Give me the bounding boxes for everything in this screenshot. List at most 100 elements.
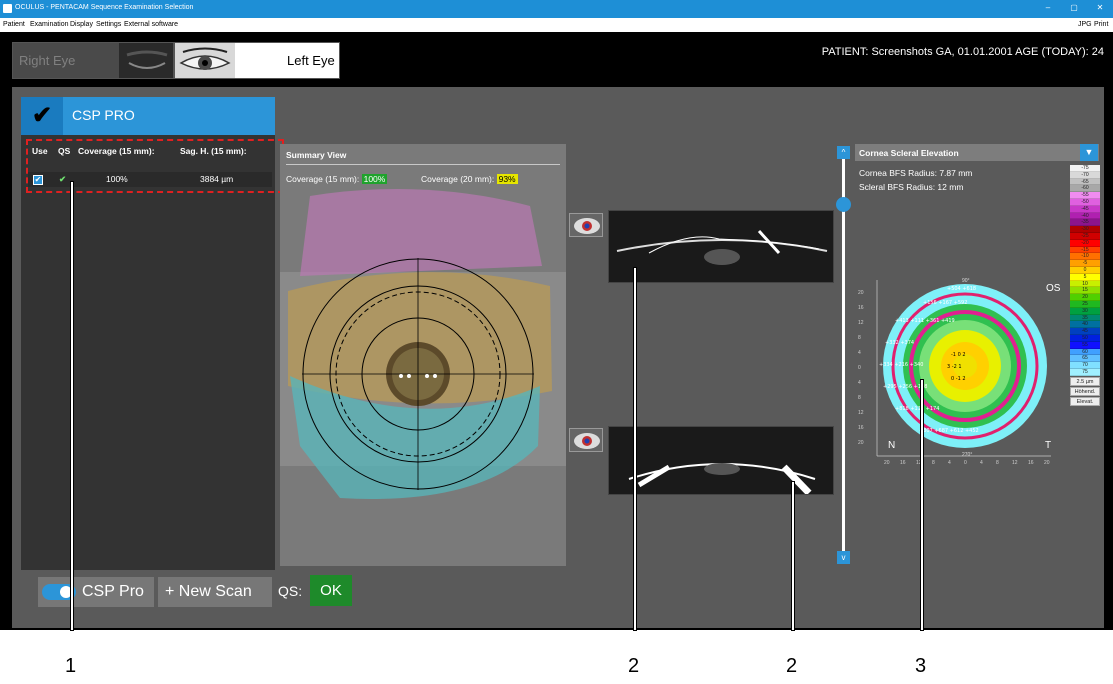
scan-list: [21, 135, 275, 570]
x-tick-label: 20: [884, 460, 890, 466]
y-tick-label: 12: [858, 320, 864, 326]
legend-swatch: -10: [1070, 253, 1100, 261]
callout-number-3: 3: [915, 655, 927, 677]
callout-line-1: [71, 182, 73, 630]
qs-label: QS:: [278, 583, 303, 599]
y-tick-label: 20: [858, 290, 864, 296]
legend-mode2[interactable]: Elevat.: [1070, 396, 1100, 406]
map-title: Cornea Scleral Elevation: [859, 148, 959, 158]
legend-swatch: 0: [1070, 266, 1100, 274]
scheimpflug-image-bottom: [608, 426, 834, 495]
closed-eye-icon: [119, 43, 173, 78]
svg-text:+156 +167 +592: +156 +167 +592: [923, 300, 967, 306]
legend-swatch: -60: [1070, 185, 1100, 193]
open-eye-icon: [175, 43, 235, 78]
eye-thumbnail-icon-2[interactable]: [569, 428, 603, 452]
callout-number-1: 1: [65, 655, 77, 677]
legend-swatch: 20: [1070, 294, 1100, 301]
app-icon: [3, 4, 12, 13]
left-eye-tab[interactable]: Left Eye: [174, 42, 340, 79]
legend-swatch: -40: [1070, 212, 1100, 220]
legend-swatch: 10: [1070, 280, 1100, 288]
elevation-map: +504 +618 +156 +167 +592 +413 +111 +361 +…: [876, 280, 1051, 457]
y-tick-label: 4: [858, 350, 861, 356]
x-tick-label: 16: [1028, 460, 1034, 466]
callout-line-2a: [634, 268, 636, 630]
x-tick-label: 20: [1044, 460, 1050, 466]
scleral-bfs: Scleral BFS Radius: 12 mm: [859, 182, 964, 192]
callout-number-2b: 2: [786, 655, 798, 677]
x-tick-label: 0: [964, 460, 967, 466]
close-button[interactable]: ✕: [1092, 3, 1108, 12]
legend-swatch: 25: [1070, 300, 1100, 308]
menu-settings[interactable]: Settings: [96, 21, 121, 28]
legend-swatch: 5: [1070, 273, 1100, 281]
menu-bar: Patient Examination Display Settings Ext…: [0, 18, 1113, 32]
callout-line-3: [921, 380, 923, 630]
summary-divider: [286, 164, 560, 165]
svg-text:0 -1 2: 0 -1 2: [951, 376, 966, 382]
legend-swatch: 55: [1070, 341, 1100, 349]
minimize-button[interactable]: –: [1040, 3, 1056, 12]
legend-swatch: 60: [1070, 348, 1100, 356]
callout-number-2a: 2: [628, 655, 640, 677]
svg-text:+807 +687 +612 +452: +807 +687 +612 +452: [919, 428, 979, 434]
scan-slider-track[interactable]: [842, 155, 845, 553]
callout-1-highlight: [26, 139, 284, 193]
svg-text:+504 +618: +504 +618: [947, 286, 976, 292]
scheimpflug-image-top: [608, 210, 834, 283]
window-title: OCULUS - PENTACAM Sequence Examination S…: [15, 4, 194, 11]
angle-top-label: 90°: [962, 278, 970, 284]
legend-step: 2.5 µm: [1070, 376, 1100, 386]
csp-pro-title: CSP PRO: [72, 107, 135, 123]
map-dropdown-button[interactable]: ▼: [1080, 144, 1098, 161]
summary-eye-image: [280, 188, 566, 499]
title-bar: OCULUS - PENTACAM Sequence Examination S…: [0, 0, 1113, 18]
slider-up-button[interactable]: ^: [837, 146, 850, 159]
svg-text:+818 +110 +174: +818 +110 +174: [895, 406, 939, 412]
nasal-label: N: [888, 440, 896, 451]
menu-external-software[interactable]: External software: [124, 21, 178, 28]
coverage-20-value: 93%: [496, 174, 518, 184]
coverage-15-label: Coverage (15 mm):: [286, 174, 360, 184]
legend-mode1[interactable]: Höhend.: [1070, 386, 1100, 396]
eye-side-label: OS: [1046, 283, 1061, 294]
legend-swatch: 70: [1070, 362, 1100, 369]
x-tick-label: 4: [980, 460, 983, 466]
legend-swatch: -20: [1070, 239, 1100, 247]
left-eye-label: Left Eye: [287, 53, 335, 68]
map-header: Cornea Scleral Elevation: [855, 144, 1099, 161]
svg-text:+332 +374: +332 +374: [885, 340, 914, 346]
summary-title: Summary View: [286, 150, 347, 160]
slider-handle[interactable]: [836, 197, 851, 212]
angle-bottom-label: 270°: [962, 452, 973, 458]
menu-patient[interactable]: Patient: [3, 21, 25, 28]
x-tick-label: 12: [1012, 460, 1018, 466]
qs-ok-badge: OK: [310, 575, 352, 606]
color-legend: -75 -70 -65 -60 -55 -50 -45 -40 -35 -30 -25 -20 -15-…: [1070, 165, 1100, 406]
new-scan-button[interactable]: + New Scan: [158, 577, 272, 607]
map-y-ticks: 20 16 12 8 4 0 4 8 12 16 20: [858, 290, 874, 450]
coverage-20-label: Coverage (20 mm):: [421, 174, 495, 184]
menu-examination[interactable]: Examination: [30, 21, 69, 28]
legend-swatch: -55: [1070, 192, 1100, 199]
y-tick-label: 0: [858, 365, 861, 371]
svg-text:3 -2 1: 3 -2 1: [947, 364, 962, 370]
menu-jpg[interactable]: JPG: [1078, 21, 1092, 28]
csp-pro-toggle-button[interactable]: CSP Pro: [38, 577, 154, 607]
maximize-button[interactable]: ▢: [1066, 3, 1082, 12]
slider-down-button[interactable]: v: [837, 551, 850, 564]
checkmark-icon[interactable]: ✔: [21, 97, 63, 135]
x-tick-label: 4: [948, 460, 951, 466]
legend-swatch: 35: [1070, 314, 1100, 322]
map-x-ticks: 20 16 12 8 4 0 4 8 12 16 20: [884, 460, 1054, 468]
legend-swatch: -75: [1070, 165, 1100, 172]
y-tick-label: 4: [858, 380, 861, 386]
menu-print[interactable]: Print: [1094, 21, 1108, 28]
eye-thumbnail-icon[interactable]: [569, 213, 603, 237]
legend-swatch: -25: [1070, 232, 1100, 240]
menu-display[interactable]: Display: [70, 21, 93, 28]
svg-text:-1 0 2: -1 0 2: [951, 352, 966, 358]
right-eye-tab[interactable]: Right Eye: [12, 42, 174, 79]
x-tick-label: 8: [996, 460, 999, 466]
